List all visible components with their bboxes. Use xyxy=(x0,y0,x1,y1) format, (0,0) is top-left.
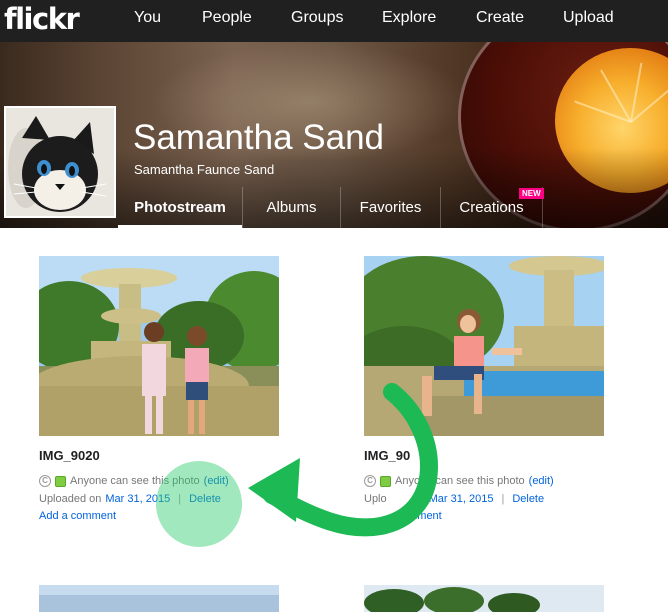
annotation-arrow xyxy=(248,383,438,537)
